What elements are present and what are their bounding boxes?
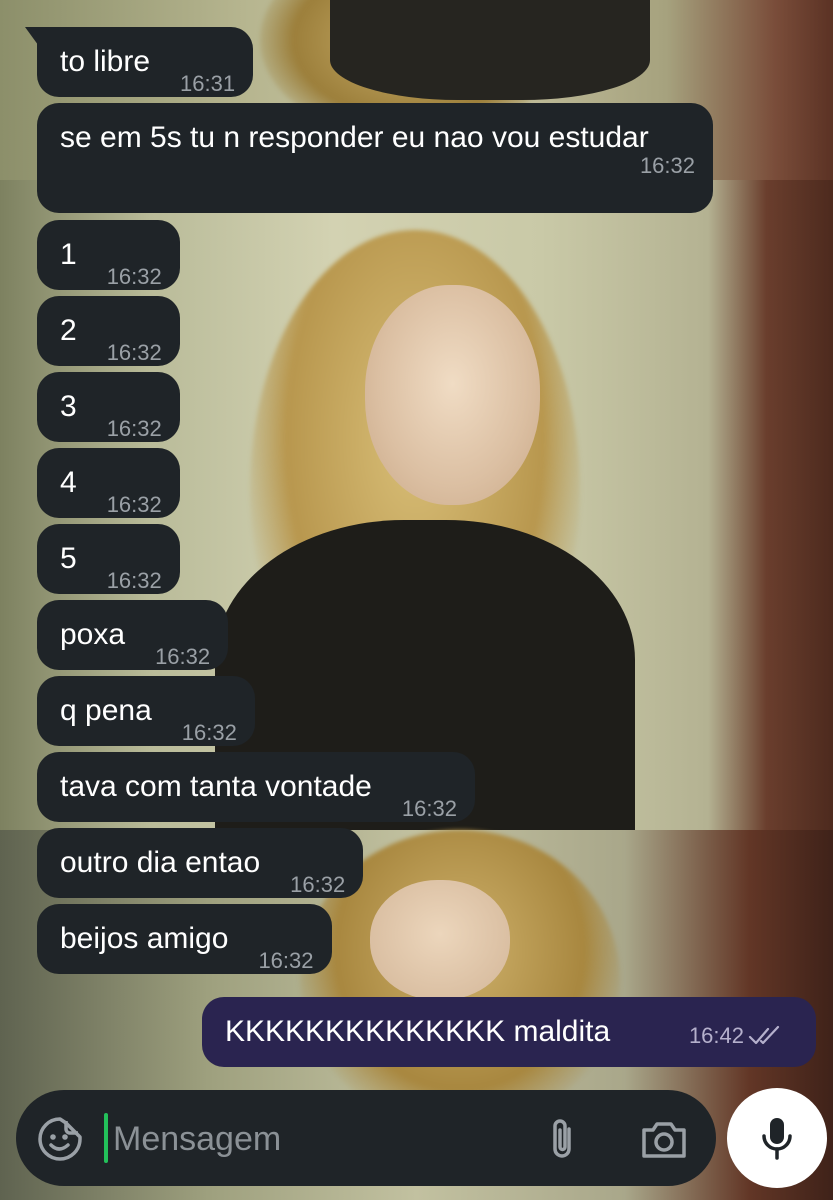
- message-time: 16:32: [258, 948, 314, 973]
- bubble-tail: [25, 27, 41, 49]
- paperclip-icon[interactable]: [543, 1117, 583, 1161]
- message-time: 16:32: [181, 720, 237, 745]
- message-text: 4: [60, 466, 77, 499]
- incoming-message[interactable]: 4 16:32: [37, 448, 180, 518]
- message-time: 16:42: [688, 1023, 744, 1048]
- message-composer: [16, 1090, 716, 1186]
- message-time: 16:32: [106, 264, 162, 289]
- incoming-message[interactable]: 2 16:32: [37, 296, 180, 366]
- message-text: 2: [60, 314, 77, 347]
- wallpaper-figure: [330, 0, 650, 100]
- message-time: 16:32: [106, 492, 162, 517]
- camera-icon[interactable]: [639, 1116, 689, 1162]
- wallpaper-figure: [370, 880, 510, 1000]
- incoming-message[interactable]: q pena 16:32: [37, 676, 255, 746]
- message-text: tava com tanta vontade: [60, 770, 372, 803]
- wallpaper-figure: [365, 285, 540, 505]
- incoming-message[interactable]: beijos amigo 16:32: [37, 904, 332, 974]
- message-time: 16:32: [290, 872, 346, 897]
- message-text: beijos amigo: [60, 922, 229, 955]
- message-time: 16:32: [106, 568, 162, 593]
- incoming-message[interactable]: to libre 16:31: [25, 27, 254, 97]
- message-time: 16:32: [106, 340, 162, 365]
- incoming-message[interactable]: 1 16:32: [37, 220, 180, 290]
- incoming-message[interactable]: 3 16:32: [37, 372, 180, 442]
- voice-record-button[interactable]: [727, 1088, 827, 1188]
- message-text: 3: [60, 390, 77, 423]
- message-time: 16:32: [155, 644, 211, 669]
- microphone-icon: [762, 1118, 792, 1160]
- message-text: q pena: [60, 694, 152, 727]
- message-input[interactable]: [111, 1114, 515, 1164]
- text-cursor: [104, 1113, 108, 1163]
- message-text: KKKKKKKKKKKKKK maldita: [225, 1015, 611, 1048]
- message-text: to libre: [60, 45, 151, 78]
- message-text: 1: [60, 238, 77, 271]
- message-time: 16:32: [401, 796, 457, 821]
- sticker-emoji-icon[interactable]: [36, 1115, 84, 1163]
- message-time: 16:32: [106, 416, 162, 441]
- outgoing-message[interactable]: KKKKKKKKKKKKKK maldita 16:42: [202, 997, 816, 1067]
- double-check-icon: [748, 1025, 780, 1045]
- message-time: 16:31: [180, 71, 236, 96]
- incoming-message[interactable]: 5 16:32: [37, 524, 180, 594]
- incoming-message[interactable]: poxa 16:32: [37, 600, 229, 670]
- incoming-message[interactable]: tava com tanta vontade 16:32: [37, 752, 475, 822]
- message-text: poxa: [60, 618, 126, 651]
- message-text: se em 5s tu n responder eu nao vou estud…: [60, 121, 649, 154]
- incoming-message[interactable]: outro dia entao 16:32: [37, 828, 364, 898]
- incoming-message[interactable]: se em 5s tu n responder eu nao vou estud…: [37, 103, 713, 213]
- message-text: 5: [60, 542, 77, 575]
- message-text: outro dia entao: [60, 846, 261, 879]
